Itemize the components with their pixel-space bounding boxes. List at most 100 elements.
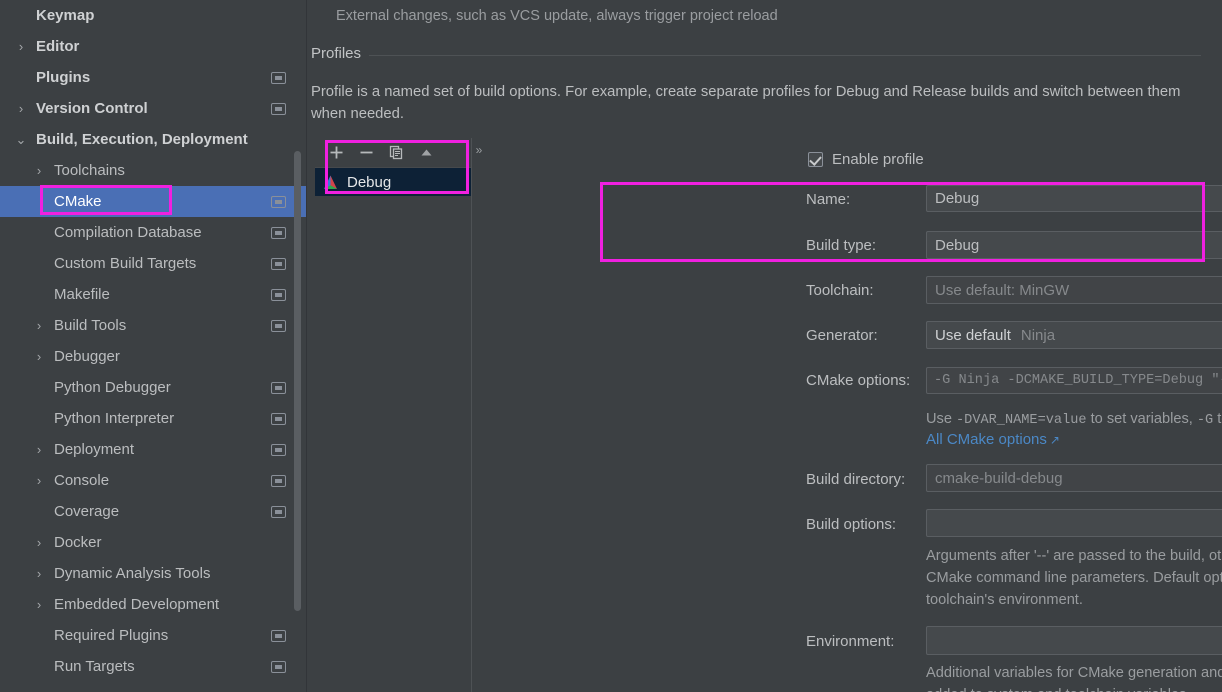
sidebar-item-makefile[interactable]: Makefile [0, 279, 307, 310]
cmake-hint-part: to specify a custom generator. [1217, 411, 1222, 427]
name-input[interactable]: Debug [926, 185, 1222, 212]
project-scope-icon [271, 474, 286, 487]
sidebar-item-label: Deployment [54, 441, 135, 458]
sidebar-item-docker[interactable]: › Docker [0, 527, 307, 558]
sidebar-item-label: Toolchains [54, 162, 125, 179]
environment-hint: Additional variables for CMake generatio… [926, 662, 1222, 692]
sidebar-item-toolchains[interactable]: › Toolchains [0, 155, 307, 186]
cmake-hint-part: -DVAR_NAME=value [956, 413, 1087, 428]
sidebar-item-label: Run Targets [54, 658, 135, 675]
sidebar-item-custom-build-targets[interactable]: Custom Build Targets [0, 248, 307, 279]
sidebar-item-python-interpreter[interactable]: Python Interpreter [0, 403, 307, 434]
hint-line: toolchain's environment. [926, 592, 1083, 608]
hint-line: Additional variables for CMake generatio… [926, 665, 1222, 681]
all-cmake-options-link[interactable]: All CMake options ↗ [926, 431, 1060, 448]
sidebar-item-build-execution-deployment[interactable]: ⌄ Build, Execution, Deployment [0, 124, 307, 155]
sidebar-item-keymap[interactable]: Keymap [0, 0, 307, 31]
enable-profile-label: Enable profile [832, 151, 924, 168]
sidebar-item-build-tools[interactable]: › Build Tools [0, 310, 307, 341]
sidebar-item-label: Dynamic Analysis Tools [54, 565, 211, 582]
project-scope-icon [271, 319, 286, 332]
sidebar-item-console[interactable]: › Console [0, 465, 307, 496]
sidebar-item-required-plugins[interactable]: Required Plugins [0, 620, 307, 651]
sidebar-item-cmake[interactable]: CMake [0, 186, 307, 217]
chevron-right-icon[interactable]: › [32, 318, 46, 333]
build-type-label: Build type: [806, 237, 877, 254]
chevron-right-icon[interactable]: › [32, 535, 46, 550]
chevron-right-icon[interactable]: › [32, 473, 46, 488]
toolchain-value: Use default: MinGW [935, 281, 1070, 299]
chevron-right-icon[interactable]: › [32, 566, 46, 581]
sidebar-scrollbar-thumb[interactable] [294, 151, 301, 611]
sidebar-item-editor[interactable]: › Editor [0, 31, 307, 62]
generator-label: Generator: [806, 327, 878, 344]
chevron-right-icon[interactable]: › [14, 101, 28, 116]
profiles-group-label: Profiles [311, 45, 370, 62]
sidebar-item-version-control[interactable]: › Version Control [0, 93, 307, 124]
project-scope-icon [271, 102, 286, 115]
sidebar-item-label: Docker [54, 534, 102, 551]
project-scope-icon [271, 257, 286, 270]
cmake-options-value: -G Ninja -DCMAKE_BUILD_TYPE=Debug "-DCMA… [934, 373, 1222, 388]
environment-input[interactable] [926, 626, 1222, 655]
sidebar-item-label: Console [54, 472, 110, 489]
chevron-right-icon[interactable]: › [14, 39, 28, 54]
sidebar-item-plugins[interactable]: Plugins [0, 62, 307, 93]
cmake-options-input[interactable]: -G Ninja -DCMAKE_BUILD_TYPE=Debug "-DCMA… [926, 367, 1222, 394]
sidebar-scrollbar-track[interactable] [294, 0, 304, 692]
enable-profile-checkbox[interactable] [808, 152, 823, 167]
cmake-options-hint: Use -DVAR_NAME=value to set variables, -… [926, 408, 1222, 432]
sidebar-item-debugger[interactable]: › Debugger [0, 341, 307, 372]
sidebar-item-run-targets[interactable]: Run Targets [0, 651, 307, 682]
build-options-hint: Arguments after '--' are passed to the b… [926, 545, 1222, 611]
sidebar-item-label: Python Debugger [54, 379, 171, 396]
sidebar-item-label: Build Tools [54, 317, 127, 334]
sidebar-item-coverage[interactable]: Coverage [0, 496, 307, 527]
sidebar-item-compilation-database[interactable]: Compilation Database [0, 217, 307, 248]
settings-nav-list: Keymap › Editor Plugins › Version Control ⌄ Bui… [0, 0, 307, 682]
sidebar-item-label: Custom Build Targets [54, 255, 197, 272]
hint-line: added to system and toolchain variables [926, 684, 1222, 692]
cmake-hint-part: -G [1196, 413, 1214, 428]
hint-line: Arguments after '--' are passed to the b… [926, 548, 1222, 564]
build-options-input[interactable] [926, 509, 1222, 537]
sidebar-item-python-debugger[interactable]: Python Debugger [0, 372, 307, 403]
sidebar-item-label: Python Interpreter [54, 410, 175, 427]
build-type-combo[interactable]: Debug [926, 231, 1222, 259]
sidebar-item-label: CMake [54, 193, 102, 210]
project-scope-icon [271, 381, 286, 394]
project-scope-icon [271, 443, 286, 456]
settings-sidebar: Keymap › Editor Plugins › Version Control ⌄ Bui… [0, 0, 307, 692]
sidebar-item-label: Embedded Development [54, 596, 220, 613]
toolchain-combo[interactable]: Use default: MinGW [926, 276, 1222, 304]
hint-line: CMake command line parameters. Default o… [926, 570, 1222, 586]
project-scope-icon [271, 505, 286, 518]
build-directory-input[interactable]: cmake-build-debug [926, 464, 1222, 492]
project-scope-icon [271, 629, 286, 642]
sidebar-item-label: Makefile [54, 286, 110, 303]
project-scope-icon [271, 71, 286, 84]
project-scope-icon [271, 660, 286, 673]
sidebar-item-label: Version Control [36, 100, 148, 117]
sidebar-item-label: Coverage [54, 503, 120, 520]
environment-label: Environment: [806, 633, 895, 650]
sidebar-item-label: Build, Execution, Deployment [36, 131, 248, 148]
project-scope-icon [271, 288, 286, 301]
chevron-right-icon[interactable]: › [32, 597, 46, 612]
settings-dialog: Keymap › Editor Plugins › Version Control ⌄ Bui… [0, 0, 1222, 692]
sidebar-item-embedded-development[interactable]: › Embedded Development [0, 589, 307, 620]
sidebar-item-deployment[interactable]: › Deployment [0, 434, 307, 465]
generator-value-secondary: Ninja [1020, 326, 1056, 344]
build-options-label: Build options: [806, 516, 897, 533]
cmake-hint-part: Use [926, 411, 957, 427]
chevron-right-icon[interactable]: › [32, 442, 46, 457]
build-directory-label: Build directory: [806, 471, 906, 488]
external-link-icon: ↗ [1049, 433, 1060, 447]
chevron-down-icon[interactable]: ⌄ [14, 132, 28, 147]
cmake-options-label: CMake options: [806, 372, 911, 389]
sidebar-item-dynamic-analysis-tools[interactable]: › Dynamic Analysis Tools [0, 558, 307, 589]
chevron-right-icon[interactable]: › [32, 163, 46, 178]
chevron-right-icon[interactable]: › [32, 349, 46, 364]
sidebar-item-label: Compilation Database [54, 224, 202, 241]
generator-combo[interactable]: Use default Ninja [926, 321, 1222, 349]
